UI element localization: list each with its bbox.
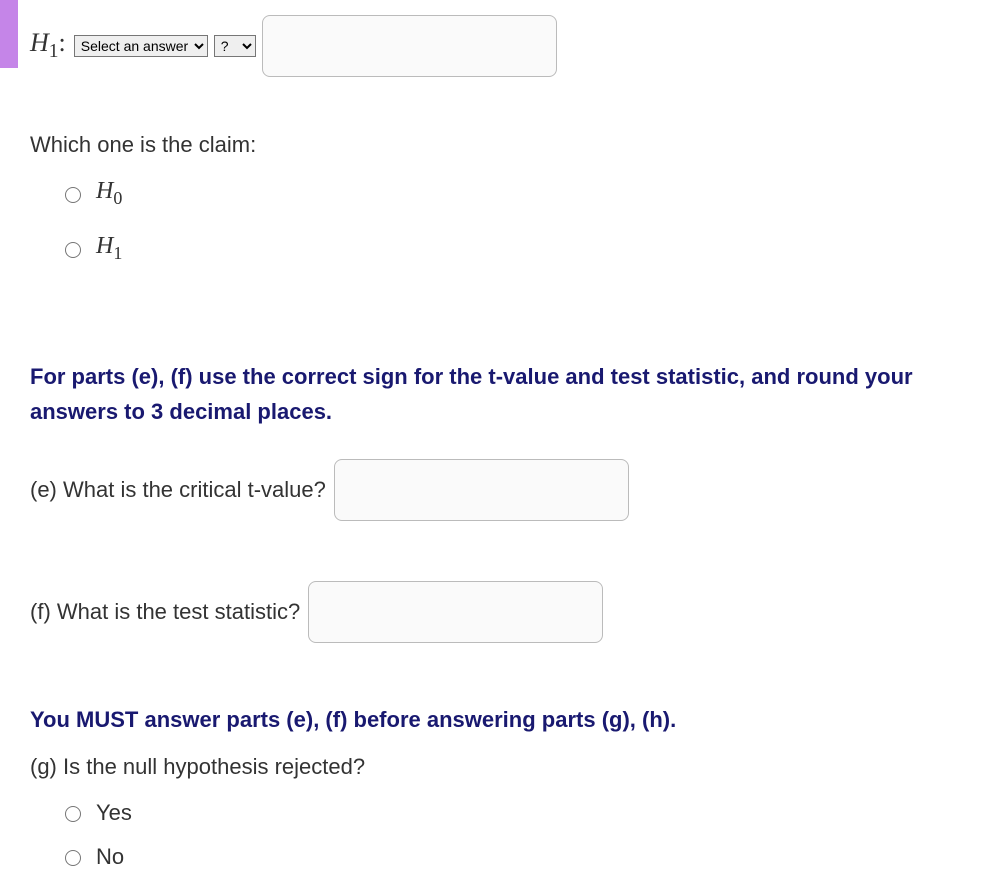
h1-label: H1: [30, 28, 66, 63]
claim-question: Which one is the claim: [30, 132, 952, 158]
claim-option-h1[interactable]: H1 [60, 233, 952, 264]
radio-h1[interactable] [65, 242, 81, 258]
critical-t-value-input[interactable] [334, 459, 629, 521]
reject-option-yes[interactable]: Yes [60, 800, 952, 826]
radio-yes[interactable] [65, 806, 81, 822]
test-statistic-input[interactable] [308, 581, 603, 643]
h1-value-input[interactable] [262, 15, 557, 77]
reject-option-no[interactable]: No [60, 844, 952, 870]
claim-option-h0[interactable]: H0 [60, 178, 952, 209]
reject-yes-label: Yes [96, 800, 132, 826]
instruction-gh: You MUST answer parts (e), (f) before an… [30, 703, 952, 736]
part-f-label: (f) What is the test statistic? [30, 599, 300, 625]
part-g-label: (g) Is the null hypothesis rejected? [30, 754, 952, 780]
instruction-ef: For parts (e), (f) use the correct sign … [30, 359, 952, 429]
part-f-row: (f) What is the test statistic? [30, 581, 952, 643]
part-e-label: (e) What is the critical t-value? [30, 477, 326, 503]
claim-h1-label: H1 [96, 233, 122, 264]
radio-h0[interactable] [65, 187, 81, 203]
part-e-row: (e) What is the critical t-value? [30, 459, 952, 521]
h1-parameter-select[interactable]: Select an answer [74, 35, 208, 57]
claim-radio-group: H0 H1 [30, 178, 952, 264]
h1-operator-select[interactable]: ? [214, 35, 256, 57]
sidebar-accent [0, 0, 18, 68]
claim-h0-label: H0 [96, 178, 122, 209]
h1-hypothesis-row: H1: Select an answer ? [30, 15, 952, 77]
radio-no[interactable] [65, 850, 81, 866]
reject-no-label: No [96, 844, 124, 870]
